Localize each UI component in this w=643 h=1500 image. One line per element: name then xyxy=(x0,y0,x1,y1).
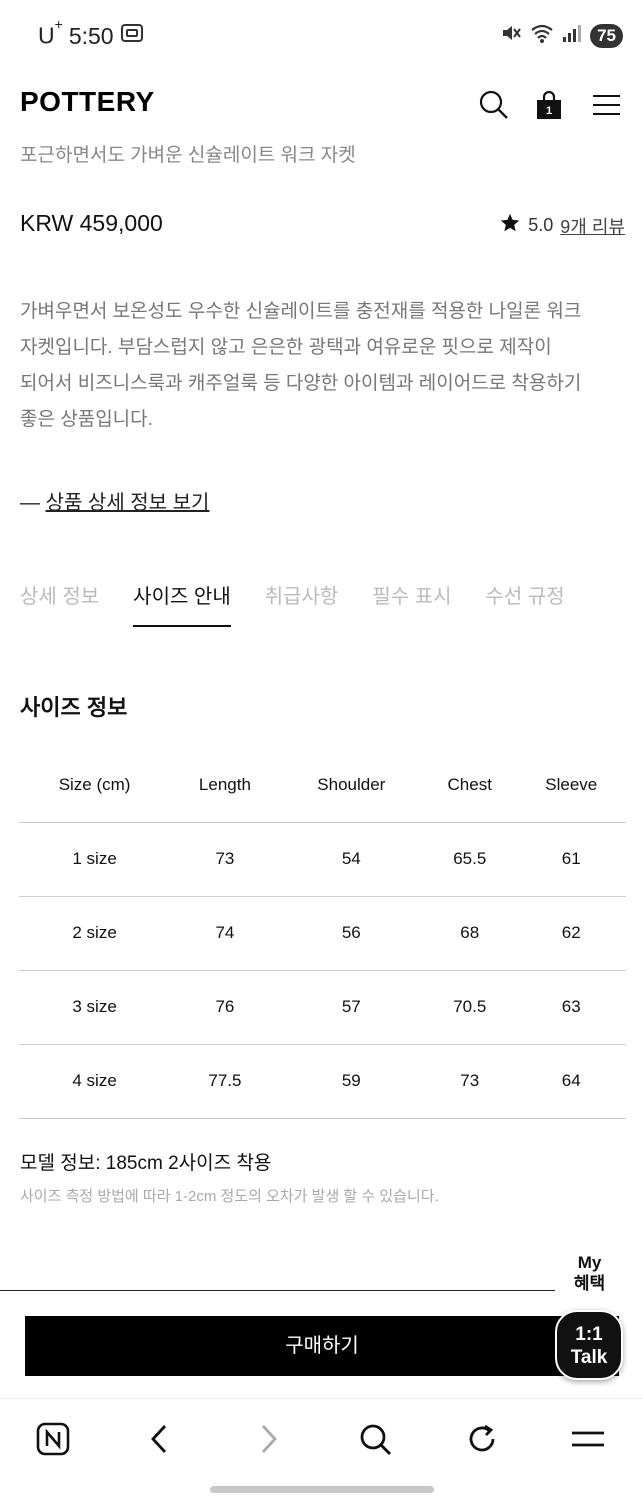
product-rating: 5.0 9개 리뷰 xyxy=(499,212,625,239)
search-icon[interactable] xyxy=(355,1419,395,1459)
menu-icon[interactable] xyxy=(568,1419,608,1459)
my-benefit-line2: 혜택 xyxy=(573,1274,606,1293)
mute-icon xyxy=(500,22,522,49)
table-cell: 57 xyxy=(279,970,423,1045)
table-row: 1 size 73 54 65.5 61 xyxy=(19,822,626,897)
carrier: U+ xyxy=(38,16,63,49)
site-header: POTTERY 1 xyxy=(0,72,643,134)
search-icon[interactable] xyxy=(477,88,511,122)
table-cell: 64 xyxy=(516,1044,626,1119)
description-line: 좋은 상품입니다. xyxy=(20,409,153,430)
wifi-icon xyxy=(530,22,554,49)
table-cell: 54 xyxy=(279,822,423,897)
forward-icon[interactable] xyxy=(248,1419,288,1459)
site-logo[interactable]: POTTERY xyxy=(20,86,155,118)
refresh-icon[interactable] xyxy=(462,1419,502,1459)
tab-size-guide[interactable]: 사이즈 안내 xyxy=(133,580,231,627)
status-left: U+ 5:50 xyxy=(38,16,144,50)
description-line: 되어서 비즈니스룩과 캐주얼룩 등 다양한 아이템과 레이어드로 착용하기 xyxy=(20,373,582,394)
info-tabs: 상세 정보 사이즈 안내 취급사항 필수 표시 수선 규정 xyxy=(20,580,565,627)
browser-toolbar xyxy=(0,1398,643,1478)
back-icon[interactable] xyxy=(140,1419,180,1459)
table-cell: 59 xyxy=(279,1044,423,1119)
star-icon xyxy=(499,212,521,239)
table-cell: 62 xyxy=(516,896,626,971)
my-benefit-button[interactable]: My 혜택 xyxy=(562,1252,617,1294)
column-header: Chest xyxy=(422,748,517,823)
table-cell: 1 size xyxy=(19,822,171,897)
naver-home-icon[interactable] xyxy=(33,1419,73,1459)
table-cell: 76 xyxy=(170,970,280,1045)
column-header: Length xyxy=(170,748,280,823)
model-info: 모델 정보: 185cm 2사이즈 착용 xyxy=(20,1153,272,1174)
divider xyxy=(0,1290,555,1291)
cart-count: 1 xyxy=(545,105,553,117)
table-cell: 73 xyxy=(422,1044,517,1119)
review-link[interactable]: 9개 리뷰 xyxy=(560,213,625,239)
table-cell: 3 size xyxy=(19,970,171,1045)
product-subtitle: 포근하면서도 가벼운 신슐레이트 워크 자켓 xyxy=(20,145,356,166)
product-description: 가벼우면서 보온성도 우수한 신슐레이트를 충전재를 적용한 나일론 워크 자켓… xyxy=(20,294,620,438)
size-measurement-note: 사이즈 측정 방법에 따라 1-2cm 정도의 오차가 발생 할 수 있습니다. xyxy=(20,1188,439,1205)
home-indicator[interactable] xyxy=(210,1486,434,1493)
table-cell: 77.5 xyxy=(170,1044,280,1119)
rating-value: 5.0 xyxy=(528,215,554,235)
table-row: 2 size 74 56 68 62 xyxy=(19,896,626,971)
tab-care[interactable]: 취급사항 xyxy=(265,580,339,627)
battery-indicator: 75 xyxy=(590,23,623,48)
table-row: 3 size 76 57 70.5 63 xyxy=(19,970,626,1045)
table-row: 4 size 77.5 59 73 64 xyxy=(19,1044,626,1119)
product-detail-link[interactable]: — 상품 상세 정보 보기 xyxy=(20,486,209,515)
table-cell: 63 xyxy=(516,970,626,1045)
my-benefit-line1: My xyxy=(577,1253,602,1272)
column-header: Sleeve xyxy=(516,748,626,823)
table-header-row: Size (cm) Length Shoulder Chest Sleeve xyxy=(19,748,626,823)
signal-icon xyxy=(562,23,582,48)
status-right: 75 xyxy=(500,22,623,49)
table-cell: 74 xyxy=(170,896,280,971)
menu-icon[interactable] xyxy=(590,88,624,122)
table-cell: 68 xyxy=(422,896,517,971)
detail-link-label[interactable]: 상품 상세 정보 보기 xyxy=(46,492,210,514)
talk-button[interactable]: 1:1 Talk xyxy=(555,1310,623,1380)
size-table: Size (cm) Length Shoulder Chest Sleeve 1… xyxy=(19,748,626,1119)
table-cell: 65.5 xyxy=(422,822,517,897)
table-cell: 73 xyxy=(170,822,280,897)
status-bar: U+ 5:50 75 xyxy=(0,0,643,72)
cart-icon[interactable]: 1 xyxy=(532,88,566,122)
tab-required-notice[interactable]: 필수 표시 xyxy=(372,580,451,627)
column-header: Shoulder xyxy=(279,748,423,823)
screenshot-icon xyxy=(120,22,144,50)
table-cell: 4 size xyxy=(19,1044,171,1119)
table-cell: 61 xyxy=(516,822,626,897)
column-header: Size (cm) xyxy=(19,748,171,823)
table-cell: 56 xyxy=(279,896,423,971)
tab-detail-info[interactable]: 상세 정보 xyxy=(20,580,99,627)
clock: 5:50 xyxy=(68,22,114,49)
talk-line1: 1:1 xyxy=(575,1324,603,1345)
table-cell: 70.5 xyxy=(422,970,517,1045)
description-line: 가벼우면서 보온성도 우수한 신슐레이트를 충전재를 적용한 나일론 워크 xyxy=(20,301,582,322)
size-section-title: 사이즈 정보 xyxy=(20,695,128,720)
product-price: KRW 459,000 xyxy=(20,210,163,236)
talk-line2: Talk xyxy=(570,1347,608,1368)
table-cell: 2 size xyxy=(19,896,171,971)
buy-button[interactable]: 구매하기 xyxy=(25,1316,619,1376)
description-line: 자켓입니다. 부담스럽지 않고 은은한 광택과 여유로운 핏으로 제작이 xyxy=(20,337,552,358)
tab-repair-policy[interactable]: 수선 규정 xyxy=(486,580,565,627)
dash: — xyxy=(20,492,40,514)
